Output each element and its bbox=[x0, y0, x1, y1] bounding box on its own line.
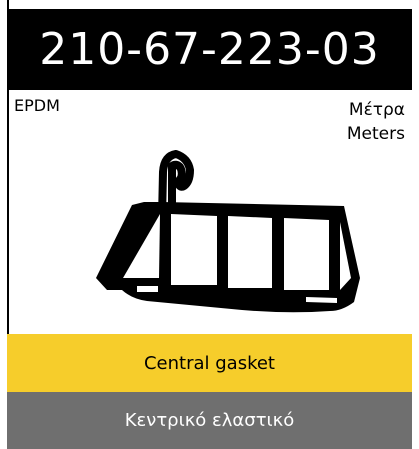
material-label: EPDM bbox=[14, 96, 60, 115]
product-code: 210-67-223-03 bbox=[39, 23, 380, 75]
cavity-2 bbox=[171, 214, 217, 285]
name-english-bar: Central gasket bbox=[7, 334, 412, 392]
product-card: 210-67-223-03 EPDM Μέτρα Meters Central … bbox=[0, 0, 419, 449]
slot-left bbox=[137, 286, 158, 292]
unit-greek: Μέτρα bbox=[348, 100, 405, 120]
product-code-banner: 210-67-223-03 bbox=[7, 9, 412, 90]
cavity-3 bbox=[228, 216, 272, 288]
name-english: Central gasket bbox=[143, 352, 275, 374]
name-greek: Κεντρικό ελαστικό bbox=[124, 410, 295, 431]
name-greek-bar: Κεντρικό ελαστικό bbox=[7, 392, 412, 449]
gasket-profile-drawing bbox=[96, 150, 360, 313]
unit-label: Μέτρα Meters bbox=[347, 98, 405, 146]
slot-right bbox=[306, 297, 337, 303]
cavity-4 bbox=[284, 218, 329, 290]
unit-english: Meters bbox=[346, 124, 405, 144]
